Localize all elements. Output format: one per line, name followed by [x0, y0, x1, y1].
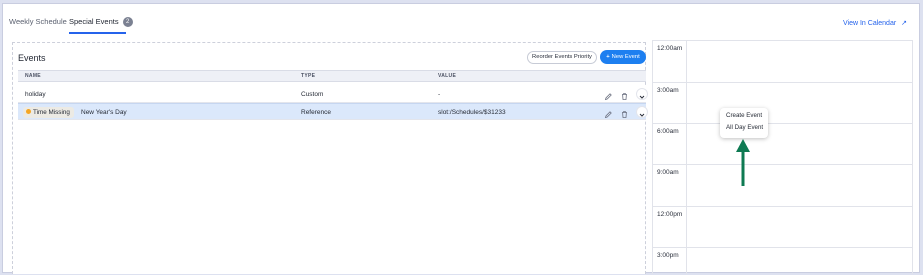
event-value: slot:/Schedules/$31233 — [438, 109, 506, 116]
pencil-icon[interactable] — [603, 89, 614, 101]
tab-weekly-schedule-label: Weekly Schedule — [9, 17, 67, 26]
new-event-button[interactable]: + New Event — [600, 50, 646, 64]
tab-special-events[interactable]: Special Events 2 — [69, 17, 133, 27]
annotation-arrow-icon — [736, 139, 750, 186]
calendar-context-menu: Create Event All Day Event — [720, 108, 768, 138]
hour-gridline — [653, 206, 913, 207]
time-label: 12:00am — [657, 45, 683, 52]
arrow-up-right-icon: ↗ — [901, 20, 907, 27]
tab-weekly-schedule[interactable]: Weekly Schedule — [9, 17, 67, 26]
hour-gridline — [653, 247, 913, 248]
chevron-down-icon[interactable] — [636, 106, 648, 118]
view-in-calendar-label: View In Calendar — [842, 20, 897, 27]
view-in-calendar-link[interactable]: View In Calendar ↗ — [843, 19, 907, 27]
event-name: New Year's Day — [81, 109, 127, 116]
trash-icon[interactable] — [619, 107, 630, 118]
hour-gridline — [653, 123, 913, 124]
event-type: Reference — [301, 109, 331, 116]
column-header-type: TYPE — [301, 73, 316, 79]
table-header: NAME TYPE VALUE — [18, 70, 646, 82]
warning-dot-icon — [26, 109, 31, 114]
hour-gridline — [653, 164, 913, 165]
calendar-right-border — [912, 40, 913, 274]
new-event-label: New Event — [611, 54, 640, 60]
hour-gridline — [653, 82, 913, 83]
table-row[interactable]: holiday Custom - — [18, 86, 648, 103]
special-events-count-badge: 2 — [122, 17, 133, 27]
time-label: 3:00pm — [657, 252, 679, 259]
event-value: - — [438, 91, 441, 98]
chevron-down-icon[interactable] — [636, 88, 648, 100]
event-name: holiday — [25, 91, 46, 98]
day-calendar: 12:00am 3:00am 6:00am 9:00am 12:00pm 3:0… — [652, 40, 913, 274]
tab-bar: Weekly Schedule Special Events 2 View In… — [3, 4, 919, 35]
events-title: Events — [18, 53, 46, 63]
pencil-icon[interactable] — [603, 107, 614, 119]
time-label: 9:00am — [657, 169, 679, 176]
tab-special-events-label: Special Events — [69, 17, 119, 26]
column-header-value: VALUE — [438, 73, 457, 79]
time-label: 12:00pm — [657, 211, 683, 218]
menu-item-all-day-event[interactable]: All Day Event — [726, 124, 763, 131]
events-panel: Events Reorder Events Priority + New Even… — [12, 42, 648, 274]
time-column-divider — [686, 40, 687, 274]
reorder-events-priority-button[interactable]: Reorder Events Priority — [527, 51, 597, 64]
column-header-name: NAME — [25, 73, 41, 79]
time-missing-badge: Time Missing — [23, 107, 74, 118]
menu-item-create-event[interactable]: Create Event — [726, 112, 762, 119]
time-label: 3:00am — [657, 87, 679, 94]
table-row[interactable]: Time Missing New Year's Day Reference sl… — [18, 103, 648, 120]
plus-icon: + — [606, 54, 610, 60]
active-tab-indicator — [69, 32, 126, 34]
app-frame: Weekly Schedule Special Events 2 View In… — [2, 3, 920, 274]
event-type: Custom — [301, 91, 324, 98]
trash-icon[interactable] — [619, 89, 630, 100]
time-label: 6:00am — [657, 128, 679, 135]
hour-gridline — [653, 40, 913, 41]
time-missing-label: Time Missing — [33, 109, 70, 116]
